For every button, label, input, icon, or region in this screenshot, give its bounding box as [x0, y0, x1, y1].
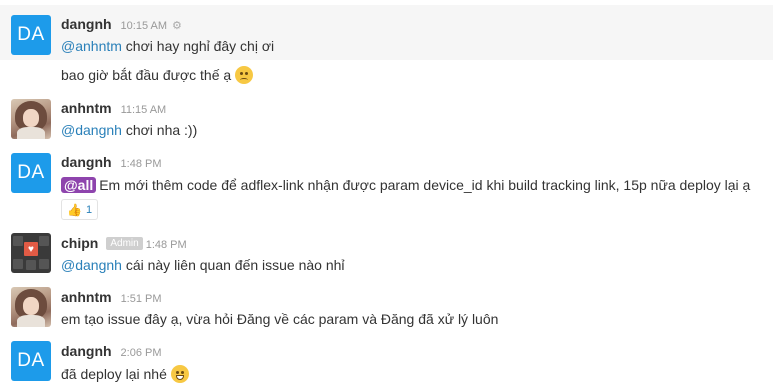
author-name[interactable]: chipn — [61, 235, 98, 251]
timestamp[interactable]: 1:51 PM — [121, 293, 162, 305]
all-mention[interactable]: @all — [61, 177, 97, 193]
heart-icon: ♥ — [24, 242, 38, 256]
message-body: Em mới thêm code để adflex-link nhận đượ… — [99, 177, 751, 193]
message-text: @dangnh cái này liên quan đến issue nào … — [61, 257, 345, 273]
timestamp[interactable]: 11:15 AM — [121, 104, 167, 116]
disappointed-face-icon — [235, 66, 254, 84]
user-mention[interactable]: @dangnh — [61, 257, 122, 273]
message-header: dangnh 2:06 PM — [61, 343, 162, 359]
message-body: cái này liên quan đến issue nào nhỉ — [121, 257, 345, 273]
message-body: chơi nha :)) — [121, 122, 198, 138]
timestamp[interactable]: 1:48 PM — [146, 239, 187, 251]
message-text: em tạo issue đây ạ, vừa hỏi Đăng về các … — [61, 311, 498, 327]
grinning-face-icon — [170, 365, 189, 383]
timestamp[interactable]: 10:15 AM — [121, 20, 167, 32]
message-text: bao giờ bắt đầu được thế ạ — [61, 66, 254, 84]
author-name[interactable]: dangnh — [61, 343, 112, 359]
reaction-count: 1 — [85, 203, 93, 216]
message-text: @anhntm chơi hay nghỉ đây chị ơi — [61, 38, 274, 54]
message-body: đã deploy lại nhé — [61, 366, 167, 382]
message-body: bao giờ bắt đầu được thế ạ — [61, 67, 232, 83]
message-header: dangnh 1:48 PM — [61, 154, 162, 170]
user-mention[interactable]: @anhntm — [61, 38, 122, 54]
reaction-button[interactable]: 👍 1 — [61, 199, 99, 220]
message-header: dangnh 10:15 AM ⚙ — [61, 16, 182, 32]
avatar[interactable]: DA — [11, 341, 51, 381]
author-name[interactable]: dangnh — [61, 154, 112, 170]
avatar[interactable]: DA — [11, 15, 51, 55]
avatar[interactable]: DA — [11, 153, 51, 193]
admin-badge: Admin — [106, 236, 143, 250]
message-text: @all Em mới thêm code để adflex-link nhận… — [61, 177, 750, 193]
message-text: đã deploy lại nhé — [61, 365, 189, 383]
avatar[interactable] — [11, 99, 51, 139]
message-body: em tạo issue đây ạ, vừa hỏi Đăng về các … — [61, 311, 499, 327]
message-header: anhntm 11:15 AM — [61, 100, 166, 116]
message-text: @dangnh chơi nha :)) — [61, 122, 197, 138]
message-body: chơi hay nghỉ đây chị ơi — [121, 38, 275, 54]
author-name[interactable]: dangnh — [61, 16, 112, 32]
thumbs-up-icon: 👍 — [67, 202, 82, 217]
author-name[interactable]: anhntm — [61, 289, 112, 305]
gear-icon[interactable]: ⚙ — [172, 19, 182, 32]
avatar[interactable]: ♥ — [11, 233, 51, 273]
message-header: anhntm 1:51 PM — [61, 289, 162, 305]
timestamp[interactable]: 2:06 PM — [121, 347, 162, 359]
user-mention[interactable]: @dangnh — [61, 122, 122, 138]
avatar[interactable] — [11, 287, 51, 327]
author-name[interactable]: anhntm — [61, 100, 112, 116]
message-header: chipn Admin 1:48 PM — [61, 235, 187, 251]
timestamp[interactable]: 1:48 PM — [121, 158, 162, 170]
